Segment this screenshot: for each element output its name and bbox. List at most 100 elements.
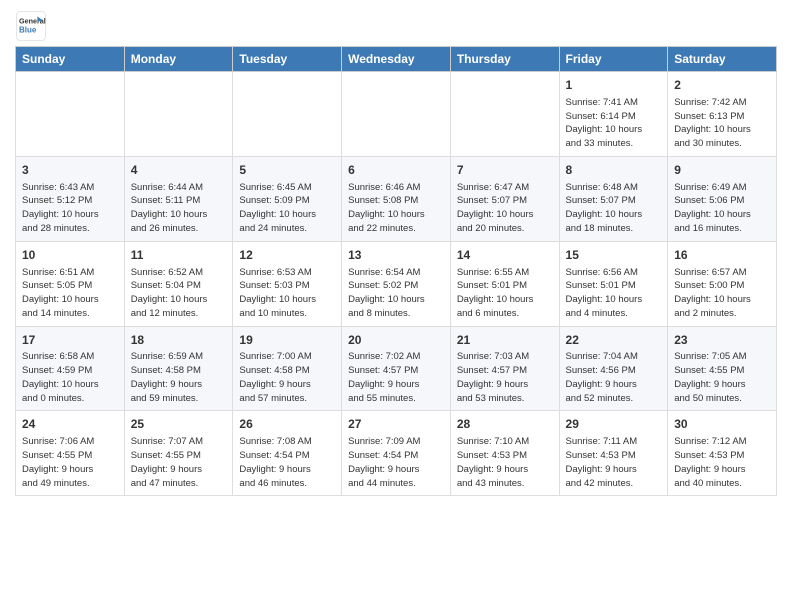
day-info: Sunrise: 7:05 AM Sunset: 4:55 PM Dayligh… xyxy=(674,350,770,405)
day-info: Sunrise: 6:58 AM Sunset: 4:59 PM Dayligh… xyxy=(22,350,118,405)
day-info: Sunrise: 6:53 AM Sunset: 5:03 PM Dayligh… xyxy=(239,266,335,321)
calendar-cell xyxy=(16,72,125,157)
calendar-cell: 17Sunrise: 6:58 AM Sunset: 4:59 PM Dayli… xyxy=(16,326,125,411)
weekday-header-row: SundayMondayTuesdayWednesdayThursdayFrid… xyxy=(16,47,777,72)
day-info: Sunrise: 6:57 AM Sunset: 5:00 PM Dayligh… xyxy=(674,266,770,321)
calendar-cell: 30 Sunrise: 7:12 AM Sunset: 4:53 PM Dayli… xyxy=(668,411,777,496)
day-info: Sunrise: 7:03 AM Sunset: 4:57 PM Dayligh… xyxy=(457,350,553,405)
day-number: 16 xyxy=(674,247,770,264)
day-info: Sunrise: 6:48 AM Sunset: 5:07 PM Dayligh… xyxy=(566,181,662,236)
calendar-cell: 18Sunrise: 6:59 AM Sunset: 4:58 PM Dayli… xyxy=(124,326,233,411)
day-number: 28 xyxy=(457,416,553,433)
calendar-cell: 7 Sunrise: 6:47 AM Sunset: 5:07 PM Daylig… xyxy=(450,156,559,241)
calendar-cell: 21Sunrise: 7:03 AM Sunset: 4:57 PM Dayli… xyxy=(450,326,559,411)
day-info: Sunrise: 6:47 AM Sunset: 5:07 PM Dayligh… xyxy=(457,181,553,236)
day-number: 29 xyxy=(566,416,662,433)
day-number: 18 xyxy=(131,332,227,349)
day-number: 27 xyxy=(348,416,444,433)
day-number: 11 xyxy=(131,247,227,264)
day-info: Sunrise: 7:06 AM Sunset: 4:55 PM Dayligh… xyxy=(22,435,118,490)
calendar-cell: 27Sunrise: 7:09 AM Sunset: 4:54 PM Dayli… xyxy=(342,411,451,496)
day-info: Sunrise: 6:45 AM Sunset: 5:09 PM Dayligh… xyxy=(239,181,335,236)
day-info: Sunrise: 6:56 AM Sunset: 5:01 PM Dayligh… xyxy=(566,266,662,321)
calendar-cell: 28Sunrise: 7:10 AM Sunset: 4:53 PM Dayli… xyxy=(450,411,559,496)
day-info: Sunrise: 7:11 AM Sunset: 4:53 PM Dayligh… xyxy=(566,435,662,490)
logo: General Blue xyxy=(15,10,47,42)
calendar-cell: 29 Sunrise: 7:11 AM Sunset: 4:53 PM Dayli… xyxy=(559,411,668,496)
day-number: 17 xyxy=(22,332,118,349)
weekday-header: Monday xyxy=(124,47,233,72)
calendar-cell: 2Sunrise: 7:42 AM Sunset: 6:13 PM Daylig… xyxy=(668,72,777,157)
day-info: Sunrise: 7:00 AM Sunset: 4:58 PM Dayligh… xyxy=(239,350,335,405)
day-info: Sunrise: 6:59 AM Sunset: 4:58 PM Dayligh… xyxy=(131,350,227,405)
day-info: Sunrise: 6:44 AM Sunset: 5:11 PM Dayligh… xyxy=(131,181,227,236)
calendar-cell: 26Sunrise: 7:08 AM Sunset: 4:54 PM Dayli… xyxy=(233,411,342,496)
day-number: 9 xyxy=(674,162,770,179)
day-number: 23 xyxy=(674,332,770,349)
day-number: 4 xyxy=(131,162,227,179)
calendar-week-row: 1 Sunrise: 7:41 AM Sunset: 6:14 PM Daylig… xyxy=(16,72,777,157)
weekday-header: Friday xyxy=(559,47,668,72)
calendar-cell: 20Sunrise: 7:02 AM Sunset: 4:57 PM Dayli… xyxy=(342,326,451,411)
day-number: 10 xyxy=(22,247,118,264)
day-number: 20 xyxy=(348,332,444,349)
calendar-cell: 12 Sunrise: 6:53 AM Sunset: 5:03 PM Dayli… xyxy=(233,241,342,326)
logo-icon: General Blue xyxy=(15,10,47,42)
day-number: 13 xyxy=(348,247,444,264)
page-header: General Blue xyxy=(15,10,777,42)
calendar-cell: 3 Sunrise: 6:43 AM Sunset: 5:12 PM Daylig… xyxy=(16,156,125,241)
day-info: Sunrise: 6:46 AM Sunset: 5:08 PM Dayligh… xyxy=(348,181,444,236)
calendar-cell xyxy=(124,72,233,157)
weekday-header: Thursday xyxy=(450,47,559,72)
day-info: Sunrise: 7:41 AM Sunset: 6:14 PM Dayligh… xyxy=(566,96,662,151)
calendar-cell: 1 Sunrise: 7:41 AM Sunset: 6:14 PM Daylig… xyxy=(559,72,668,157)
calendar-week-row: 3 Sunrise: 6:43 AM Sunset: 5:12 PM Daylig… xyxy=(16,156,777,241)
weekday-header: Wednesday xyxy=(342,47,451,72)
weekday-header: Sunday xyxy=(16,47,125,72)
day-number: 30 xyxy=(674,416,770,433)
day-info: Sunrise: 6:51 AM Sunset: 5:05 PM Dayligh… xyxy=(22,266,118,321)
calendar-cell: 16 Sunrise: 6:57 AM Sunset: 5:00 PM Dayli… xyxy=(668,241,777,326)
day-info: Sunrise: 6:54 AM Sunset: 5:02 PM Dayligh… xyxy=(348,266,444,321)
day-number: 25 xyxy=(131,416,227,433)
day-info: Sunrise: 6:49 AM Sunset: 5:06 PM Dayligh… xyxy=(674,181,770,236)
calendar-cell: 13 Sunrise: 6:54 AM Sunset: 5:02 PM Dayli… xyxy=(342,241,451,326)
calendar-cell xyxy=(233,72,342,157)
svg-text:Blue: Blue xyxy=(19,25,37,34)
calendar-cell: 14 Sunrise: 6:55 AM Sunset: 5:01 PM Dayli… xyxy=(450,241,559,326)
day-info: Sunrise: 7:07 AM Sunset: 4:55 PM Dayligh… xyxy=(131,435,227,490)
weekday-header: Saturday xyxy=(668,47,777,72)
calendar-cell: 25 Sunrise: 7:07 AM Sunset: 4:55 PM Dayli… xyxy=(124,411,233,496)
weekday-header: Tuesday xyxy=(233,47,342,72)
calendar-week-row: 24 Sunrise: 7:06 AM Sunset: 4:55 PM Dayli… xyxy=(16,411,777,496)
calendar-cell: 15 Sunrise: 6:56 AM Sunset: 5:01 PM Dayli… xyxy=(559,241,668,326)
calendar-cell xyxy=(450,72,559,157)
day-number: 3 xyxy=(22,162,118,179)
day-number: 14 xyxy=(457,247,553,264)
day-number: 21 xyxy=(457,332,553,349)
day-info: Sunrise: 6:55 AM Sunset: 5:01 PM Dayligh… xyxy=(457,266,553,321)
day-number: 5 xyxy=(239,162,335,179)
calendar-week-row: 17Sunrise: 6:58 AM Sunset: 4:59 PM Dayli… xyxy=(16,326,777,411)
calendar-cell: 9 Sunrise: 6:49 AM Sunset: 5:06 PM Daylig… xyxy=(668,156,777,241)
day-number: 15 xyxy=(566,247,662,264)
day-info: Sunrise: 6:52 AM Sunset: 5:04 PM Dayligh… xyxy=(131,266,227,321)
calendar-cell: 10 Sunrise: 6:51 AM Sunset: 5:05 PM Dayli… xyxy=(16,241,125,326)
calendar-cell xyxy=(342,72,451,157)
day-info: Sunrise: 7:12 AM Sunset: 4:53 PM Dayligh… xyxy=(674,435,770,490)
day-info: Sunrise: 7:42 AM Sunset: 6:13 PM Dayligh… xyxy=(674,96,770,151)
calendar-cell: 22Sunrise: 7:04 AM Sunset: 4:56 PM Dayli… xyxy=(559,326,668,411)
day-number: 6 xyxy=(348,162,444,179)
calendar-cell: 19Sunrise: 7:00 AM Sunset: 4:58 PM Dayli… xyxy=(233,326,342,411)
calendar-cell: 5 Sunrise: 6:45 AM Sunset: 5:09 PM Daylig… xyxy=(233,156,342,241)
day-info: Sunrise: 7:02 AM Sunset: 4:57 PM Dayligh… xyxy=(348,350,444,405)
calendar-cell: 4 Sunrise: 6:44 AM Sunset: 5:11 PM Daylig… xyxy=(124,156,233,241)
day-info: Sunrise: 7:08 AM Sunset: 4:54 PM Dayligh… xyxy=(239,435,335,490)
calendar-cell: 24 Sunrise: 7:06 AM Sunset: 4:55 PM Dayli… xyxy=(16,411,125,496)
day-number: 1 xyxy=(566,77,662,94)
day-number: 22 xyxy=(566,332,662,349)
day-number: 7 xyxy=(457,162,553,179)
day-info: Sunrise: 6:43 AM Sunset: 5:12 PM Dayligh… xyxy=(22,181,118,236)
day-number: 24 xyxy=(22,416,118,433)
day-number: 12 xyxy=(239,247,335,264)
